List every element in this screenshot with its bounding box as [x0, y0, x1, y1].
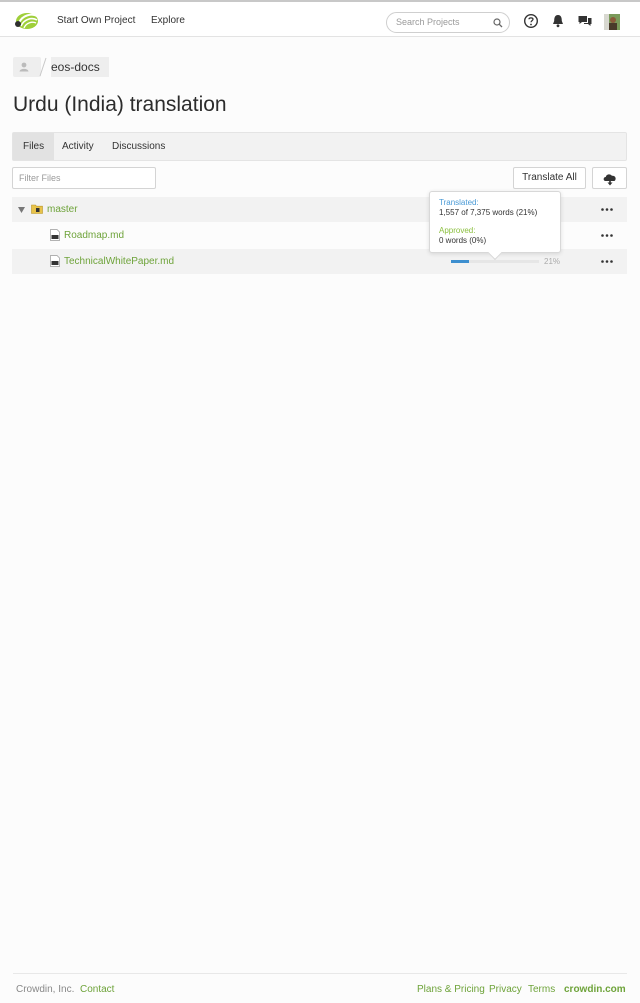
- markdown-file-icon: [50, 255, 60, 267]
- footer: Crowdin, Inc. Contact Plans & Pricing Pr…: [13, 973, 627, 1003]
- search-input[interactable]: [396, 17, 492, 27]
- footer-contact-link[interactable]: Contact: [80, 984, 114, 995]
- footer-company: Crowdin, Inc.: [16, 984, 75, 995]
- tooltip-approved-heading: Approved:: [439, 226, 476, 235]
- cloud-download-icon: [603, 174, 616, 186]
- breadcrumb-project-label: eos-docs: [51, 60, 100, 74]
- progress-tooltip: Translated: 1,557 of 7,375 words (21%) A…: [429, 191, 561, 261]
- breadcrumb-separator: [39, 57, 47, 77]
- markdown-file-icon: [50, 229, 60, 241]
- tab-files[interactable]: Files: [13, 133, 55, 160]
- tab-activity[interactable]: Activity: [52, 133, 104, 160]
- top-navigation-bar: Start Own Project Explore: [0, 0, 640, 37]
- tab-discussions[interactable]: Discussions: [102, 133, 175, 160]
- download-button[interactable]: [592, 167, 627, 189]
- tooltip-translated-value: 1,557 of 7,375 words (21%): [439, 208, 538, 217]
- filter-files-box[interactable]: [12, 167, 156, 189]
- help-icon[interactable]: [523, 13, 539, 29]
- folder-label[interactable]: master: [47, 204, 78, 215]
- footer-privacy-link[interactable]: Privacy: [489, 984, 522, 995]
- tooltip-approved-value: 0 words (0%): [439, 236, 487, 245]
- search-icon[interactable]: [493, 18, 503, 28]
- page-title: Urdu (India) translation: [13, 93, 227, 116]
- nav-explore[interactable]: Explore: [151, 15, 185, 26]
- translation-progress-fill: [451, 260, 470, 263]
- file-label[interactable]: TechnicalWhitePaper.md: [64, 256, 174, 267]
- folder-icon: [31, 204, 43, 214]
- tab-bar: Files Activity Discussions: [12, 132, 627, 161]
- breadcrumb-project[interactable]: eos-docs: [51, 57, 109, 77]
- more-options-icon[interactable]: [601, 234, 613, 237]
- caret-down-icon[interactable]: [18, 207, 25, 213]
- translation-progress-bar[interactable]: [451, 260, 539, 263]
- more-options-icon[interactable]: [601, 208, 613, 211]
- messages-icon[interactable]: [577, 13, 593, 29]
- translate-all-button[interactable]: Translate All: [513, 167, 586, 189]
- footer-plans-link[interactable]: Plans & Pricing: [417, 984, 485, 995]
- translation-progress-label: 21%: [544, 257, 561, 266]
- footer-brand-link[interactable]: crowdin.com: [564, 984, 626, 995]
- tooltip-translated-heading: Translated:: [439, 198, 479, 207]
- search-box[interactable]: [386, 12, 510, 33]
- notifications-bell-icon[interactable]: [550, 13, 566, 29]
- filter-files-input[interactable]: [19, 173, 149, 183]
- footer-terms-link[interactable]: Terms: [528, 984, 555, 995]
- nav-start-own-project[interactable]: Start Own Project: [57, 15, 135, 26]
- file-label[interactable]: Roadmap.md: [64, 230, 124, 241]
- user-avatar[interactable]: [604, 14, 620, 30]
- crowdin-logo-icon[interactable]: [13, 11, 39, 31]
- more-options-icon[interactable]: [601, 260, 613, 263]
